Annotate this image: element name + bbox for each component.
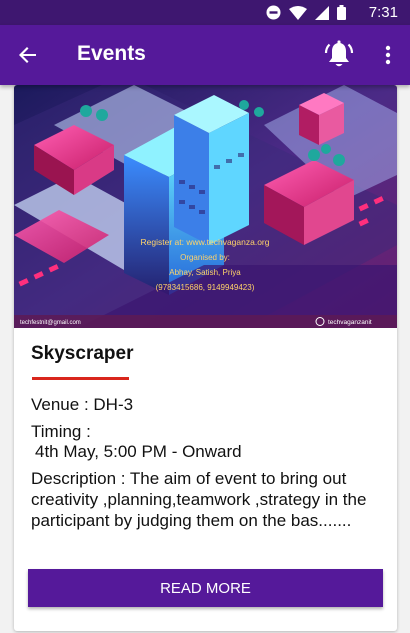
do-not-disturb-icon <box>266 5 281 20</box>
app-bar: Events <box>0 25 410 85</box>
poster-handle: techvaganzanit <box>328 319 372 326</box>
event-timing-value: 4th May, 5:00 PM - Onward <box>35 442 242 461</box>
wifi-icon <box>289 5 307 20</box>
battery-icon <box>337 5 346 20</box>
back-button[interactable] <box>8 35 48 75</box>
status-time: 7:31 <box>368 4 398 21</box>
title-underline <box>32 377 129 380</box>
poster-organised-by: Organised by: <box>180 253 230 262</box>
status-icons <box>266 5 346 20</box>
event-title: Skyscraper <box>31 343 134 364</box>
poster-organizers: Abhay, Satish, Priya <box>169 268 241 277</box>
poster-register-text: Register at: www.techvaganza.org <box>141 237 270 247</box>
poster-email: techfestnit@gmail.com <box>20 320 81 326</box>
notification-bell-icon <box>324 40 354 67</box>
poster-phones: (9783415686, 9149949423) <box>156 283 255 292</box>
events-list[interactable]: Register at: www.techvaganza.org Organis… <box>0 85 410 633</box>
page-title: Events <box>77 42 146 65</box>
signal-icon <box>315 5 329 20</box>
more-vert-icon <box>385 45 391 65</box>
notifications-button[interactable] <box>318 35 360 75</box>
event-card: Register at: www.techvaganza.org Organis… <box>14 85 397 631</box>
event-venue: Venue : DH-3 <box>31 395 134 414</box>
event-poster: Register at: www.techvaganza.org Organis… <box>14 85 397 328</box>
more-options-button[interactable] <box>376 35 400 75</box>
event-timing-label: Timing : <box>31 422 91 441</box>
status-bar: 7:31 <box>0 0 410 25</box>
back-arrow-icon <box>19 47 36 63</box>
event-description: Description : The aim of event to bring … <box>31 469 367 530</box>
read-more-button[interactable]: READ MORE <box>28 569 383 607</box>
